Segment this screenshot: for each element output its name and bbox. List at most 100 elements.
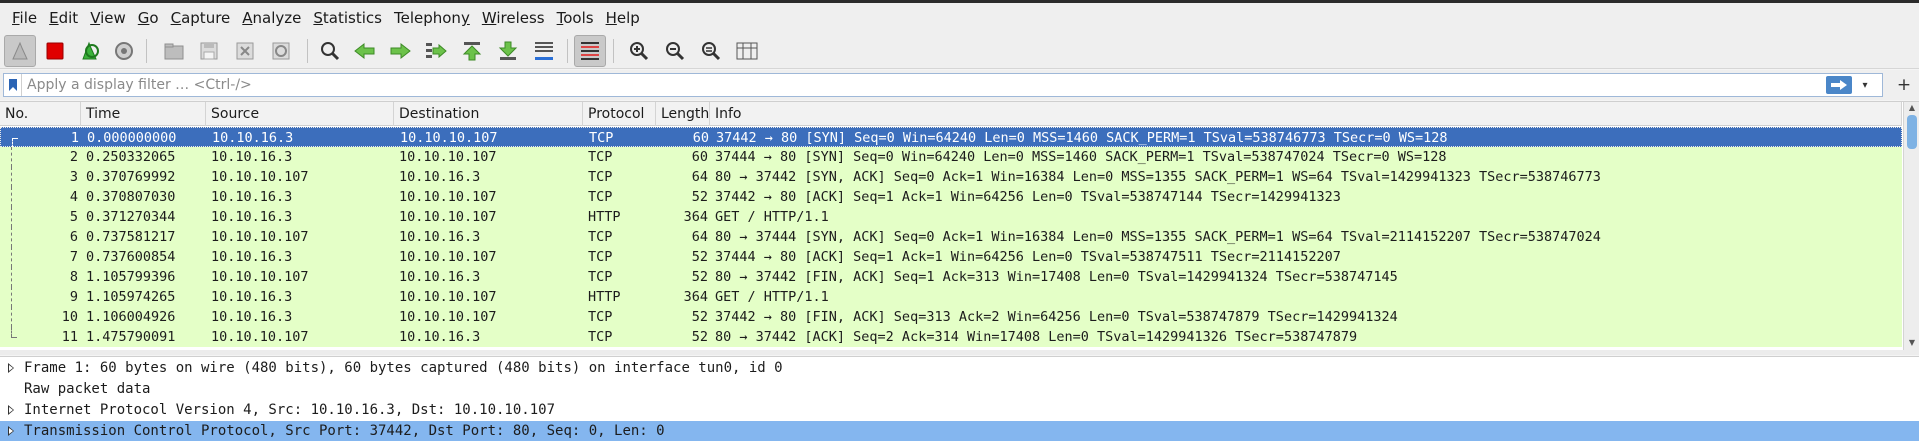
packet-list-pane: No. Time Source Destination Protocol Length In… <box>0 101 1919 351</box>
bookmark-icon[interactable] <box>4 74 22 96</box>
packet-cell-no: 2 <box>69 149 78 165</box>
column-header-time[interactable]: Time <box>81 102 206 126</box>
detail-tree-item[interactable]: Internet Protocol Version 4, Src: 10.10.… <box>0 400 1919 420</box>
packet-cell-proto: TCP <box>588 189 613 205</box>
pane-splitter[interactable] <box>0 350 1919 355</box>
packet-row[interactable]: 11 1.475790091 10.10.10.107 10.10.16.3 TCP 52… <box>0 327 1902 347</box>
packet-row[interactable]: 2 0.250332065 10.10.16.3 10.10.10.107 TCP 60 3… <box>0 147 1902 167</box>
menu-view[interactable]: View <box>84 3 132 33</box>
detail-tree-label: Frame 1: 60 bytes on wire (480 bits), 60… <box>24 360 783 376</box>
packet-cell-no: 10 <box>61 309 78 325</box>
packet-row[interactable]: 8 1.105799396 10.10.10.107 10.10.16.3 TCP 52 8… <box>0 267 1902 287</box>
column-header-protocol[interactable]: Protocol <box>583 102 656 126</box>
column-header-no[interactable]: No. <box>0 102 81 126</box>
packet-cell-src: 10.10.10.107 <box>211 169 309 185</box>
packet-cell-src: 10.10.16.3 <box>211 249 293 265</box>
display-filter-bar: ▾ + <box>0 70 1919 100</box>
reload-file-icon[interactable] <box>265 35 297 67</box>
go-back-icon[interactable] <box>349 35 381 67</box>
menu-help[interactable]: Help <box>600 3 646 33</box>
menu-edit[interactable]: Edit <box>43 3 84 33</box>
close-file-icon[interactable] <box>229 35 261 67</box>
packet-cell-info: GET / HTTP/1.1 <box>715 209 829 225</box>
column-header-source[interactable]: Source <box>206 102 394 126</box>
first-packet-icon[interactable] <box>456 35 488 67</box>
last-packet-icon[interactable] <box>492 35 524 67</box>
packet-cell-dst: 10.10.16.3 <box>399 329 481 345</box>
go-forward-icon[interactable] <box>384 35 416 67</box>
packet-cell-time: 0.250332065 <box>86 149 176 165</box>
stop-capture-icon[interactable] <box>39 35 71 67</box>
packet-cell-dst: 10.10.10.107 <box>399 309 497 325</box>
packet-cell-no: 8 <box>69 269 78 285</box>
zoom-normal-icon[interactable] <box>695 35 727 67</box>
save-file-icon[interactable] <box>193 35 225 67</box>
chevron-down-icon[interactable]: ▾ <box>1858 76 1872 94</box>
packet-cell-no: 4 <box>69 189 78 205</box>
expand-triangle-icon[interactable] <box>8 363 14 373</box>
add-filter-button-icon[interactable]: + <box>1894 73 1914 97</box>
menu-statistics[interactable]: Statistics <box>307 3 388 33</box>
packet-cell-time: 1.475790091 <box>86 329 176 345</box>
packet-cell-src: 10.10.16.3 <box>212 130 294 146</box>
menu-capture[interactable]: Capture <box>165 3 237 33</box>
packet-cell-proto: TCP <box>589 130 614 146</box>
menu-wireless[interactable]: Wireless <box>476 3 551 33</box>
column-header-length[interactable]: Length <box>656 102 710 126</box>
packet-cell-len: 52 <box>691 329 708 345</box>
find-packet-icon[interactable] <box>314 35 346 67</box>
detail-tree-item[interactable]: Transmission Control Protocol, Src Port:… <box>0 421 1919 441</box>
go-to-packet-icon[interactable] <box>420 35 452 67</box>
menu-tools[interactable]: Tools <box>551 3 600 33</box>
packet-list-rows: 1 0.000000000 10.10.16.3 10.10.10.107 TCP 60 3… <box>0 127 1902 351</box>
expand-triangle-icon[interactable] <box>8 426 14 436</box>
menu-file[interactable]: File <box>6 3 43 33</box>
capture-options-icon[interactable] <box>108 35 140 67</box>
column-header-destination[interactable]: Destination <box>394 102 583 126</box>
apply-filter-icon[interactable] <box>1826 76 1852 94</box>
scrollbar-thumb[interactable] <box>1907 115 1917 149</box>
toolbar-separator <box>307 39 308 63</box>
packet-cell-no: 3 <box>69 169 78 185</box>
packet-row[interactable]: 3 0.370769992 10.10.10.107 10.10.16.3 TCP 64 8… <box>0 167 1902 187</box>
packet-cell-proto: HTTP <box>588 209 621 225</box>
menu-telephony[interactable]: Telephony <box>388 3 476 33</box>
packet-cell-len: 52 <box>691 189 708 205</box>
packet-row[interactable]: 6 0.737581217 10.10.10.107 10.10.16.3 TCP 64 8… <box>0 227 1902 247</box>
packet-cell-src: 10.10.16.3 <box>211 189 293 205</box>
display-filter-input[interactable] <box>22 74 1882 96</box>
packet-cell-src: 10.10.10.107 <box>211 269 309 285</box>
packet-row[interactable]: 9 1.105974265 10.10.16.3 10.10.10.107 HTTP 36… <box>0 287 1902 307</box>
packet-list-header: No. Time Source Destination Protocol Length In… <box>0 102 1902 126</box>
detail-tree-item[interactable]: Raw packet data <box>0 379 1919 399</box>
scroll-down-icon[interactable]: ▼ <box>1907 338 1917 348</box>
packet-row[interactable]: 4 0.370807030 10.10.16.3 10.10.10.107 TCP 52 3… <box>0 187 1902 207</box>
menu-analyze[interactable]: Analyze <box>236 3 307 33</box>
packet-list-scrollbar[interactable]: ▲ ▼ <box>1903 102 1919 351</box>
packet-cell-proto: TCP <box>588 229 613 245</box>
detail-tree-label: Internet Protocol Version 4, Src: 10.10.… <box>24 402 556 418</box>
detail-tree-item[interactable]: Frame 1: 60 bytes on wire (480 bits), 60… <box>0 358 1919 378</box>
toolbar-separator <box>613 39 614 63</box>
shark-fin-icon[interactable] <box>4 35 36 67</box>
expand-triangle-icon[interactable] <box>8 405 14 415</box>
zoom-out-icon[interactable] <box>659 35 691 67</box>
zoom-in-icon[interactable] <box>623 35 655 67</box>
scroll-up-icon[interactable]: ▲ <box>1907 103 1917 113</box>
resize-columns-icon[interactable] <box>731 35 763 67</box>
packet-row[interactable]: 1 0.000000000 10.10.16.3 10.10.10.107 TCP 60 3… <box>0 127 1902 148</box>
packet-cell-len: 64 <box>691 169 708 185</box>
packet-row[interactable]: 10 1.106004926 10.10.16.3 10.10.10.107 TCP 52… <box>0 307 1902 327</box>
autoscroll-icon[interactable] <box>528 35 560 67</box>
packet-cell-src: 10.10.16.3 <box>211 309 293 325</box>
menu-go[interactable]: Go <box>132 3 165 33</box>
column-header-info[interactable]: Info <box>710 102 1902 126</box>
open-file-icon[interactable] <box>158 35 190 67</box>
packet-row[interactable]: 5 0.371270344 10.10.16.3 10.10.10.107 HTTP 36… <box>0 207 1902 227</box>
packet-row[interactable]: 7 0.737600854 10.10.16.3 10.10.10.107 TCP 52 3… <box>0 247 1902 267</box>
colorize-icon[interactable] <box>574 35 606 67</box>
packet-cell-info: 37444 → 80 [SYN] Seq=0 Win=64240 Len=0 M… <box>715 149 1447 165</box>
packet-cell-dst: 10.10.10.107 <box>399 209 497 225</box>
packet-cell-len: 364 <box>683 289 708 305</box>
restart-capture-icon[interactable] <box>74 35 106 67</box>
